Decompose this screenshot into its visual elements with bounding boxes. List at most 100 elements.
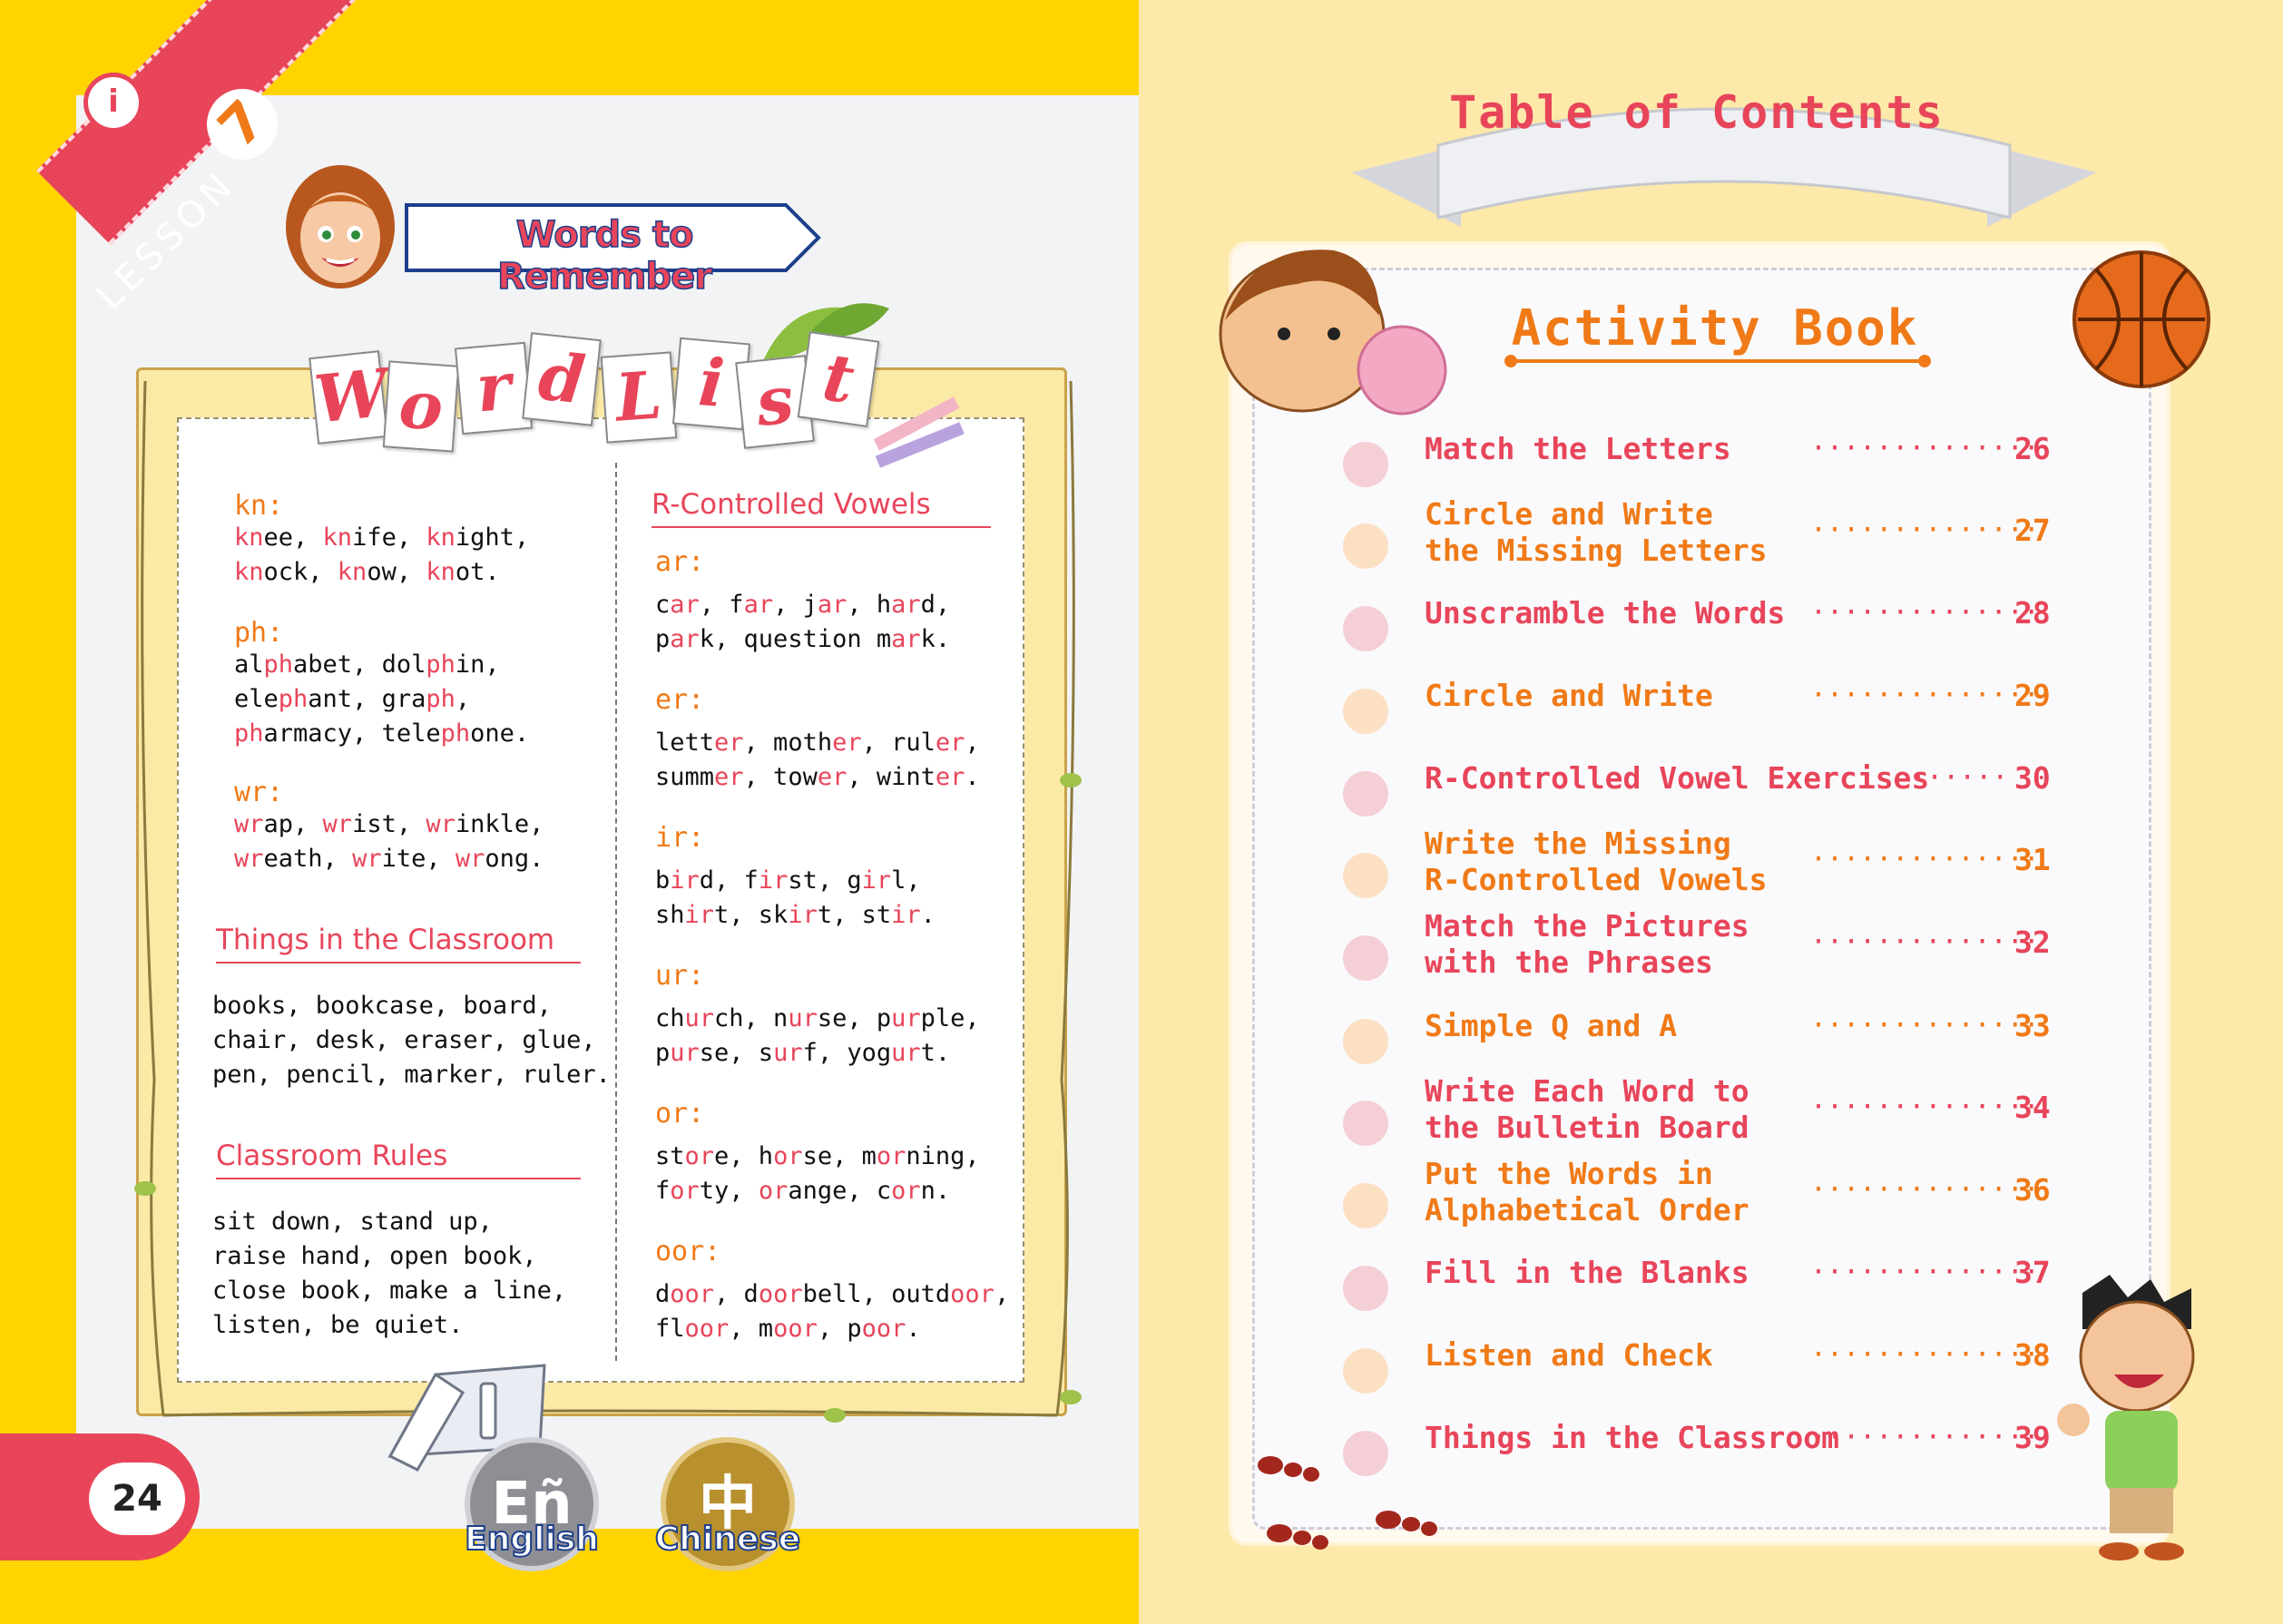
toc-item[interactable]: Circle and Write the Missing Letters ···… [1343, 496, 2069, 569]
toc-item-page: 33 [2014, 1008, 2051, 1043]
toc-item-label: Match the Pictures with the Phrases [1425, 908, 1749, 980]
toc-item[interactable]: R-Controlled Vowel Exercises ······ 30 [1343, 760, 2069, 833]
toc-item[interactable]: Circle and Write ·············· 29 [1343, 678, 2069, 750]
toc-item[interactable]: Put the Words in Alphabetical Order ····… [1343, 1156, 2069, 1228]
r-controlled-section-title: R-Controlled Vowels [652, 488, 991, 528]
pencils-icon [873, 396, 965, 468]
toc-item-page: 31 [2014, 842, 2051, 877]
toc-item[interactable]: Match the Letters ·············· 26 [1343, 431, 2069, 504]
classroom-words: books, bookcase, board, chair, desk, era… [212, 992, 611, 1089]
toc-item-label: Things in the Classroom [1425, 1420, 1839, 1455]
underline-dot [1918, 355, 1931, 367]
toc-leader-dots: ······ [1910, 762, 2009, 794]
toc-title: Table of Contents [1449, 86, 1945, 139]
oor-words: door, doorbell, outdoor, floor, moor, po… [655, 1280, 1010, 1343]
toc-item-page: 32 [2014, 925, 2051, 960]
word-list-letter: t [797, 331, 880, 427]
toc-item[interactable]: Fill in the Blanks ·············· 37 [1343, 1255, 2069, 1327]
toc-item-page: 37 [2014, 1255, 2051, 1290]
leaf-bullet-icon [1343, 523, 1388, 569]
toc-leader-dots: ·············· [1810, 597, 2040, 629]
toc-leader-dots: ·············· [1810, 1174, 2040, 1206]
toc-item-page: 28 [2014, 595, 2051, 631]
toc-ribbon-banner [1352, 107, 2096, 227]
wr-key: wr: [234, 777, 284, 808]
toc-item-label: Put the Words in Alphabetical Order [1425, 1156, 1749, 1228]
boy-thumbs-up-icon [2057, 1275, 2195, 1560]
ph-key: ph: [234, 617, 284, 649]
word-list-letter: o [382, 360, 460, 453]
toc-item-label: Listen and Check [1425, 1337, 1713, 1373]
toc-leader-dots: ·············· [1810, 433, 2040, 465]
activity-book-underline [1511, 359, 1925, 363]
leaf-bullet-icon [1343, 1183, 1388, 1228]
leaf-bullet-icon [1343, 689, 1388, 734]
toc-item-page: 30 [2014, 760, 2051, 796]
classroom-section-title: Things in the Classroom [216, 924, 581, 964]
toc-item-label: R-Controlled Vowel Exercises [1425, 760, 1930, 796]
toc-item-label: Circle and Write [1425, 678, 1713, 713]
toc-item[interactable]: Write Each Word to the Bulletin Board ··… [1343, 1073, 2069, 1146]
column-divider [615, 463, 617, 1361]
leaf-bullet-icon [1343, 771, 1388, 817]
english-label: English [464, 1520, 600, 1559]
ants-icon [1258, 1456, 1437, 1550]
toc-leader-dots: ·············· [1810, 844, 2040, 876]
kn-key: kn: [234, 490, 284, 522]
toc-leader-dots: ·············· [1810, 1339, 2040, 1371]
leaf-bullet-icon [1343, 1348, 1388, 1394]
leaf-bullet-icon [1343, 935, 1388, 981]
basketball-icon [2072, 250, 2210, 388]
rules-words: sit down, stand up, raise hand, open boo… [212, 1208, 567, 1339]
toc-leader-dots: ·············· [1810, 1091, 2040, 1123]
toc-leader-dots: ·············· [1810, 514, 2040, 546]
boy-bubblegum-icon [1219, 249, 1447, 416]
words-to-remember-title: Words to Remember [496, 213, 712, 298]
toc-item[interactable]: Write the Missing R-Controlled Vowels ··… [1343, 826, 2069, 898]
toc-item[interactable]: Unscramble the Words ·············· 28 [1343, 595, 2069, 668]
toc-leader-dots: ·············· [1810, 680, 2040, 711]
toc-item-page: 34 [2014, 1090, 2051, 1125]
toc-leader-dots: ·············· [1810, 1422, 2040, 1453]
chinese-label: Chinese [654, 1520, 801, 1559]
ur-words: church, nurse, purple, purse, surf, yogu… [655, 1004, 980, 1067]
page-number: 24 [89, 1463, 185, 1535]
underline-dot [1504, 355, 1517, 367]
toc-leader-dots: ·············· [1810, 1257, 2040, 1288]
ir-words: bird, first, girl, shirt, skirt, stir. [655, 866, 936, 929]
toc-item[interactable]: Simple Q and A ·············· 33 [1343, 1008, 2069, 1081]
word-list-letter: r [454, 341, 534, 435]
toc-item-page: 38 [2014, 1337, 2051, 1373]
word-list-letter: W [309, 350, 392, 445]
leaf-bullet-icon [1343, 853, 1388, 898]
ur-key: ur: [655, 960, 705, 992]
toc-item[interactable]: Match the Pictures with the Phrases ····… [1343, 908, 2069, 981]
toc-item-page: 26 [2014, 431, 2051, 466]
toc-item[interactable]: Listen and Check ·············· 38 [1343, 1337, 2069, 1410]
or-words: store, horse, morning, forty, orange, co… [655, 1142, 980, 1205]
ir-key: ir: [655, 822, 705, 854]
rules-section-title: Classroom Rules [216, 1140, 581, 1179]
girl-avatar-icon [286, 165, 395, 289]
word-list-letter: L [600, 351, 678, 444]
toc-item-page: 39 [2014, 1420, 2051, 1455]
er-words: letter, mother, ruler, summer, tower, wi… [655, 729, 980, 791]
toc-item-label: Write the Missing R-Controlled Vowels [1425, 826, 1768, 897]
ar-key: ar: [655, 546, 705, 578]
oor-key: oor: [655, 1236, 721, 1267]
wr-words: wrap, wrist, wrinkle, wreath, write, wro… [234, 810, 544, 873]
toc-item-label: Match the Letters [1425, 431, 1731, 466]
ar-words: car, far, jar, hard, park, question mark… [655, 591, 951, 653]
toc-item-page: 27 [2014, 513, 2051, 548]
toc-item-label: Write Each Word to the Bulletin Board [1425, 1073, 1749, 1145]
toc-item-page: 36 [2014, 1172, 2051, 1208]
leaf-bullet-icon [1343, 1019, 1388, 1064]
toc-item-label: Simple Q and A [1425, 1008, 1678, 1043]
toc-item-label: Circle and Write the Missing Letters [1425, 496, 1768, 568]
leaf-bullet-icon [1343, 1101, 1388, 1146]
or-key: or: [655, 1098, 705, 1130]
leaf-bullet-icon [1343, 442, 1388, 487]
toc-item-label: Fill in the Blanks [1425, 1255, 1749, 1290]
word-list-letter: d [522, 332, 602, 426]
toc-item-page: 29 [2014, 678, 2051, 713]
